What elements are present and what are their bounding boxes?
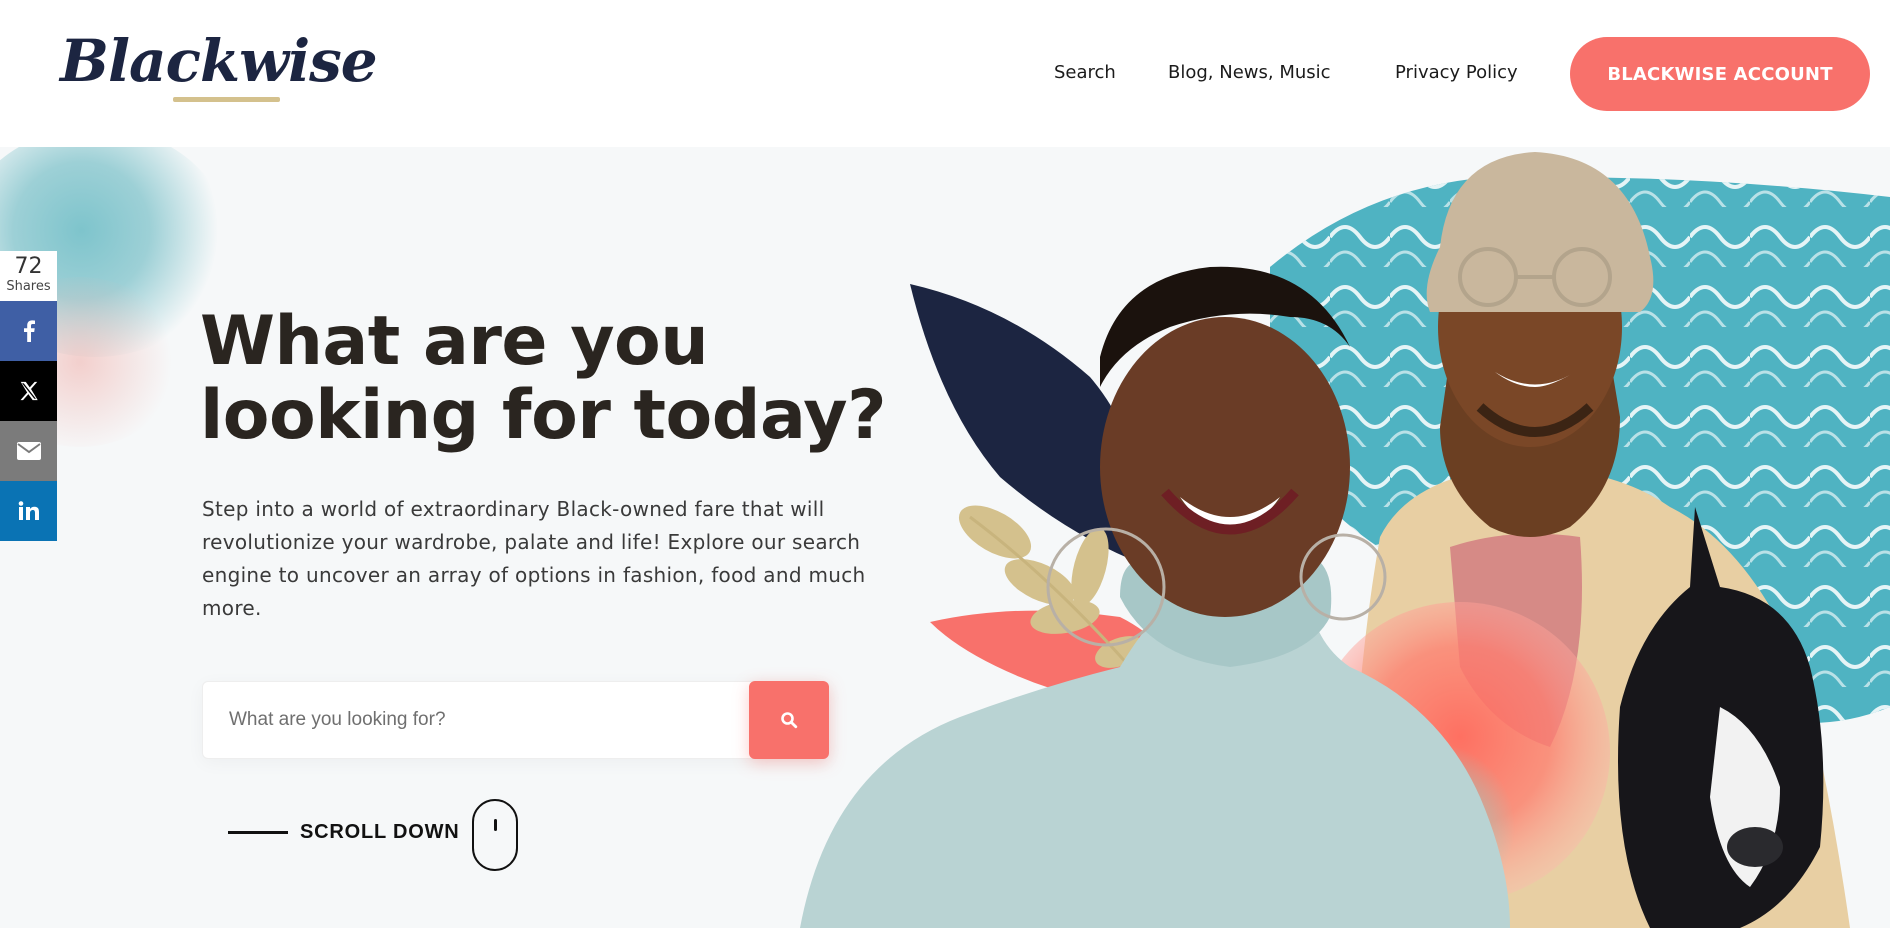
search-input[interactable] (203, 682, 751, 758)
logo-underline (173, 97, 280, 102)
facebook-icon (23, 320, 35, 342)
scroll-down-label[interactable]: SCROLL DOWN (300, 821, 460, 844)
email-icon (16, 442, 41, 460)
mouse-wheel (494, 819, 497, 831)
linkedin-icon (18, 501, 39, 520)
site-header: Blackwise Search Blog, News, Music Priva… (0, 0, 1890, 147)
site-logo[interactable]: Blackwise (60, 32, 378, 90)
share-count: 72 Shares (0, 251, 57, 301)
x-icon (19, 381, 38, 401)
share-facebook-button[interactable] (0, 301, 57, 361)
share-email-button[interactable] (0, 421, 57, 481)
share-linkedin-button[interactable] (0, 481, 57, 541)
share-x-button[interactable] (0, 361, 57, 421)
scroll-down-line (228, 831, 288, 834)
hero-section: What are you looking for today? Step int… (0, 147, 1890, 928)
hero-description: Step into a world of extraordinary Black… (202, 497, 866, 620)
mouse-scroll-icon[interactable] (472, 799, 518, 871)
social-share-bar: 72 Shares (0, 251, 57, 541)
search-box (202, 681, 828, 759)
nav-link-search[interactable]: Search (1054, 62, 1116, 83)
nav-link-privacy-policy[interactable]: Privacy Policy (1395, 62, 1518, 83)
hero-image-collage (800, 152, 1890, 928)
share-count-label: Shares (6, 279, 51, 294)
blackwise-account-button[interactable]: BLACKWISE ACCOUNT (1570, 37, 1870, 111)
share-count-number: 72 (14, 254, 43, 279)
nav-link-blog-news-music[interactable]: Blog, News, Music (1168, 62, 1331, 83)
